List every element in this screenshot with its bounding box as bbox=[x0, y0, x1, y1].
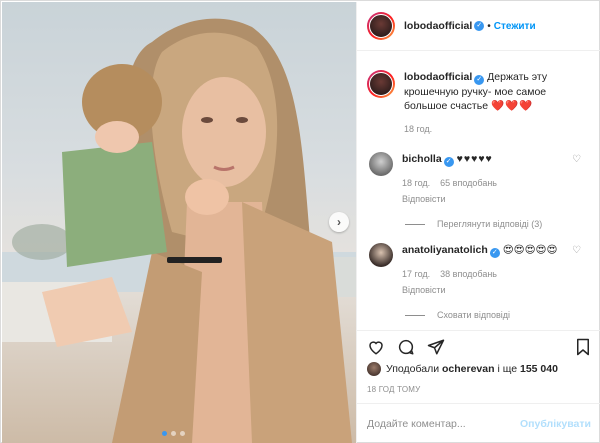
comment-text: 😍😍😍😍😍 bbox=[502, 244, 558, 256]
likes-count[interactable]: 155 040 bbox=[520, 363, 558, 375]
separator-dot: • bbox=[487, 20, 491, 32]
publish-button[interactable]: Опублікувати bbox=[520, 418, 591, 430]
caption-emoji: ❤️❤️❤️ bbox=[490, 100, 534, 112]
caption-time[interactable]: 18 год. bbox=[404, 122, 432, 136]
commenter-avatar[interactable] bbox=[369, 243, 393, 267]
verified-icon: ✓ bbox=[474, 21, 485, 31]
hide-replies-button[interactable]: Сховати відповіді bbox=[405, 310, 591, 320]
likes-prefix: Уподобали bbox=[386, 363, 440, 375]
comment-username[interactable]: bicholla bbox=[402, 153, 442, 165]
comment-icon[interactable] bbox=[397, 338, 415, 356]
share-icon[interactable] bbox=[427, 338, 445, 356]
post-photo[interactable]: › bbox=[2, 2, 356, 443]
post-time[interactable]: 18 ГОД ТОМУ bbox=[367, 385, 420, 394]
comment-time[interactable]: 18 год. bbox=[402, 176, 430, 190]
verified-icon: ✓ bbox=[474, 75, 485, 85]
next-photo-button[interactable]: › bbox=[329, 212, 349, 232]
likes-summary: Уподобали ocherevan і ще 155 040 bbox=[367, 362, 558, 376]
comment-meta: 17 год. 38 вподобань bbox=[402, 267, 591, 281]
view-replies-button[interactable]: Переглянути відповіді (3) bbox=[405, 219, 591, 229]
follow-button[interactable]: Стежити bbox=[494, 21, 536, 32]
comment-input[interactable] bbox=[367, 417, 520, 430]
post-panel: lobodaofficial ✓ • Стежити lobodaofficia… bbox=[356, 2, 600, 443]
heart-outline-icon[interactable]: ♡ bbox=[572, 245, 581, 256]
caption-meta: 18 год. bbox=[404, 122, 591, 136]
liker-username[interactable]: ocherevan bbox=[442, 363, 495, 375]
comment-time[interactable]: 17 год. bbox=[402, 267, 430, 281]
comment: anatoliyanatolich ✓ 😍😍😍😍😍 17 год. 38 впод… bbox=[367, 243, 591, 297]
carousel-dot bbox=[171, 431, 176, 436]
comment: bicholla ✓ ♥♥♥♥♥ 18 год. 65 вподобань Від… bbox=[367, 152, 591, 206]
carousel-dot bbox=[180, 431, 185, 436]
post-header: lobodaofficial ✓ • Стежити bbox=[357, 2, 600, 51]
carousel-dot bbox=[162, 431, 167, 436]
comments-list: lobodaofficial ✓ Держать эту крошечную ру… bbox=[357, 52, 600, 327]
liker-avatar[interactable] bbox=[367, 362, 381, 376]
caption: lobodaofficial ✓ Держать эту крошечную ру… bbox=[367, 70, 591, 136]
photo-illustration bbox=[2, 18, 356, 443]
commenter-avatar[interactable] bbox=[369, 152, 393, 176]
author-avatar[interactable] bbox=[367, 70, 395, 98]
bookmark-icon[interactable] bbox=[575, 338, 591, 356]
author-username[interactable]: lobodaofficial bbox=[404, 20, 472, 32]
post-modal: › lobodaofficial ✓ • Стежити lobodaoffic… bbox=[0, 0, 600, 443]
reply-button[interactable]: Відповісти bbox=[402, 192, 591, 206]
verified-icon: ✓ bbox=[489, 248, 500, 258]
author-avatar[interactable] bbox=[367, 12, 395, 40]
heart-outline-icon[interactable]: ♡ bbox=[572, 154, 581, 165]
carousel-indicator bbox=[162, 431, 185, 436]
comment-text: ♥♥♥♥♥ bbox=[456, 153, 493, 165]
comment-username[interactable]: anatoliyanatolich bbox=[402, 244, 488, 256]
add-comment-bar: Опублікувати bbox=[357, 403, 600, 443]
comment-likes[interactable]: 38 вподобань bbox=[440, 267, 497, 281]
heart-outline-icon[interactable] bbox=[367, 338, 385, 356]
action-bar bbox=[357, 330, 600, 362]
comment-meta: 18 год. 65 вподобань bbox=[402, 176, 591, 190]
verified-icon: ✓ bbox=[443, 157, 454, 167]
likes-connector: і ще bbox=[497, 363, 518, 375]
caption-username[interactable]: lobodaofficial bbox=[404, 71, 472, 83]
comment-likes[interactable]: 65 вподобань bbox=[440, 176, 497, 190]
reply-button[interactable]: Відповісти bbox=[402, 283, 591, 297]
